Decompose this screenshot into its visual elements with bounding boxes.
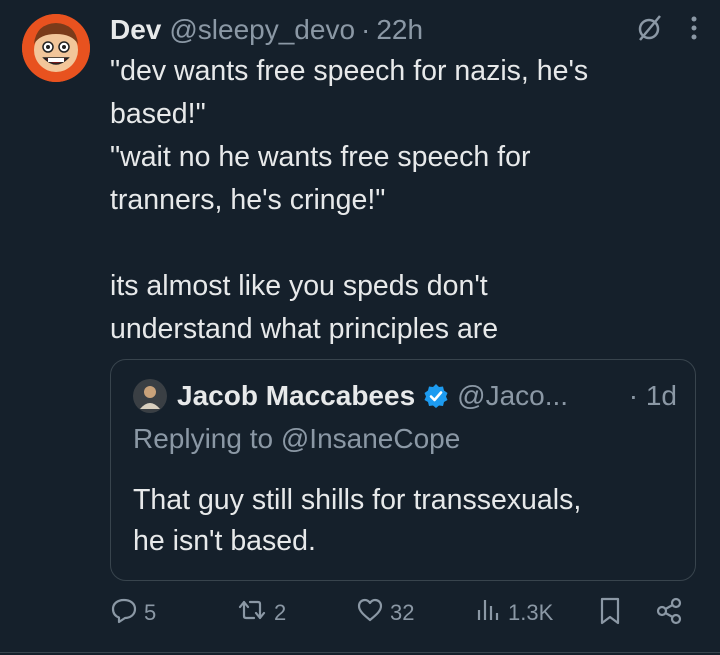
author-avatar[interactable] (22, 14, 90, 82)
reply-button[interactable]: 5 (110, 596, 156, 630)
tweet-header: Dev @sleepy_devo · 22h (110, 10, 700, 50)
divider (0, 652, 720, 653)
quoted-tweet[interactable]: Jacob Maccabees @Jaco... · 1d Replying t… (110, 359, 696, 581)
grok-slash-icon[interactable] (634, 12, 666, 51)
bookmark-button[interactable] (596, 596, 624, 632)
share-button[interactable] (654, 596, 684, 632)
header-separator: · (361, 14, 371, 45)
quote-time: 1d (645, 380, 677, 411)
tweet-timestamp[interactable]: 22h (376, 14, 423, 46)
quote-timestamp: · 1d (629, 380, 677, 412)
quote-header: Jacob Maccabees @Jaco... · 1d (133, 376, 677, 416)
quote-author-name: Jacob Maccabees (177, 380, 416, 411)
heart-icon (356, 596, 384, 630)
tweet-text: "dev wants free speech for nazis, he's b… (110, 55, 589, 345)
reply-icon (110, 596, 138, 630)
author-name[interactable]: Dev (110, 14, 161, 46)
quote-author-avatar (133, 379, 167, 413)
repost-button[interactable]: 2 (236, 596, 286, 630)
quote-separator: · (628, 380, 639, 411)
like-count: 32 (390, 600, 415, 625)
repost-count: 2 (274, 600, 287, 625)
views-chart-icon (474, 596, 502, 630)
bookmark-icon (596, 596, 624, 632)
verified-badge-icon (423, 383, 449, 409)
reply-count: 5 (144, 600, 157, 625)
quote-text: That guy still shills for transsexuals, … (133, 484, 582, 557)
author-handle[interactable]: @sleepy_devo (169, 14, 355, 46)
views-button[interactable]: 1.3K (474, 596, 553, 630)
tweet-actions: 5 2 32 1.3K (110, 596, 700, 636)
quote-author-handle: @Jaco... (457, 380, 569, 411)
repost-icon (236, 596, 268, 630)
more-vertical-icon[interactable] (688, 14, 700, 49)
like-button[interactable]: 32 (356, 596, 414, 630)
header-actions (634, 12, 700, 51)
views-count: 1.3K (508, 600, 554, 625)
share-icon (654, 596, 684, 632)
quote-replying-to: Replying to @InsaneCope (133, 423, 461, 454)
